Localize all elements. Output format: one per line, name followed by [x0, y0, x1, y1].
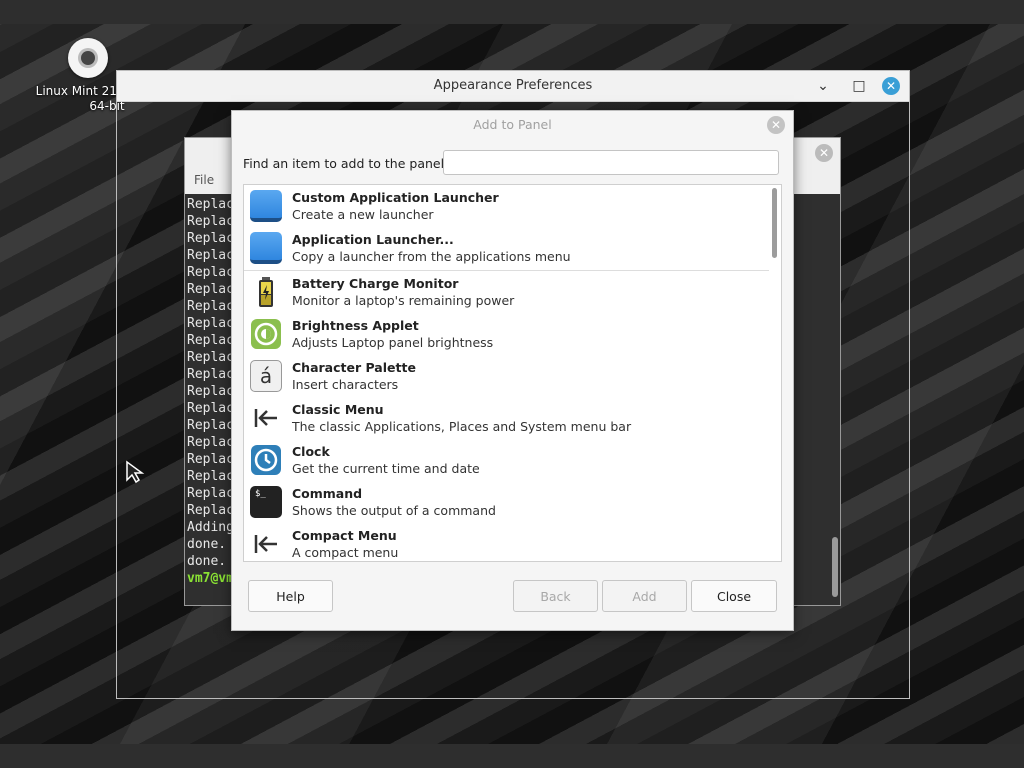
item-desc: Create a new launcher	[292, 207, 434, 222]
terminal-line: Replac	[187, 282, 234, 297]
list-item-classic-menu[interactable]: Classic Menu The classic Applications, P…	[244, 397, 769, 439]
item-name: Classic Menu	[292, 402, 384, 417]
battery-icon	[259, 277, 273, 307]
list-item-application-launcher[interactable]: Application Launcher... Copy a launcher …	[244, 227, 769, 269]
terminal-line: Replac	[187, 418, 234, 433]
list-item-command[interactable]: $_ Command Shows the output of a command	[244, 481, 769, 523]
menu-file[interactable]: File	[194, 173, 214, 187]
window-titlebar[interactable]: Appearance Preferences ⌄ □ ✕	[117, 71, 909, 102]
clock-icon	[251, 445, 281, 475]
top-bar	[0, 0, 1024, 24]
list-item-character-palette[interactable]: á Character Palette Insert characters	[244, 355, 769, 397]
terminal-line: Replac	[187, 265, 234, 280]
close-button[interactable]: Close	[691, 580, 777, 612]
back-button[interactable]: Back	[513, 580, 598, 612]
list-scrollbar[interactable]	[772, 188, 777, 258]
item-name: Brightness Applet	[292, 318, 419, 333]
item-desc: The classic Applications, Places and Sys…	[292, 419, 632, 434]
item-name: Application Launcher...	[292, 232, 454, 247]
list-item-battery[interactable]: Battery Charge Monitor Monitor a laptop'…	[244, 271, 769, 313]
find-label: Find an item to add to the panel:	[243, 156, 449, 171]
scrollbar-thumb[interactable]	[832, 537, 838, 597]
terminal-line: Adding	[187, 520, 234, 535]
item-desc: Get the current time and date	[292, 461, 480, 476]
terminal-line: Replac	[187, 401, 234, 416]
terminal-line: Replac	[187, 231, 234, 246]
terminal-line: Replac	[187, 350, 234, 365]
find-input[interactable]	[443, 150, 779, 175]
terminal-line: Replac	[187, 452, 234, 467]
disc-icon	[68, 38, 108, 78]
terminal-line: done.	[187, 554, 227, 569]
close-icon[interactable]: ✕	[882, 77, 900, 95]
add-to-panel-dialog: Add to Panel ✕ Find an item to add to th…	[231, 110, 794, 631]
terminal-line: Replac	[187, 367, 234, 382]
terminal-line: Replac	[187, 435, 234, 450]
terminal-line: Replac	[187, 197, 234, 212]
terminal-output: Replac Replac Replac Replac Replac Replac Repl…	[187, 196, 234, 587]
terminal-line: Replac	[187, 486, 234, 501]
item-name: Command	[292, 486, 363, 501]
item-desc: A compact menu	[292, 545, 399, 560]
mouse-pointer-icon	[126, 460, 145, 484]
item-name: Battery Charge Monitor	[292, 276, 459, 291]
item-name: Custom Application Launcher	[292, 190, 499, 205]
launcher-icon	[250, 190, 282, 222]
add-button[interactable]: Add	[602, 580, 687, 612]
terminal-line: Replac	[187, 214, 234, 229]
terminal-line: Replac	[187, 469, 234, 484]
list-item-clock[interactable]: Clock Get the current time and date	[244, 439, 769, 481]
menu-arrow-icon	[254, 535, 277, 553]
item-desc: Monitor a laptop's remaining power	[292, 293, 515, 308]
terminal-line: Replac	[187, 299, 234, 314]
terminal-icon: $_	[250, 486, 282, 518]
launcher-icon	[250, 232, 282, 264]
window-title: Appearance Preferences	[433, 78, 593, 93]
item-desc: Adjusts Laptop panel brightness	[292, 335, 494, 350]
item-name: Compact Menu	[292, 528, 397, 543]
close-icon[interactable]: ✕	[815, 144, 833, 162]
dialog-title: Add to Panel	[473, 117, 552, 132]
close-icon[interactable]: ✕	[767, 116, 785, 134]
terminal-scrollbar[interactable]	[832, 196, 838, 601]
list-item-compact-menu[interactable]: Compact Menu A compact menu	[244, 523, 769, 561]
terminal-line: Replac	[187, 333, 234, 348]
maximize-icon[interactable]: □	[850, 77, 868, 95]
item-desc: Copy a launcher from the applications me…	[292, 249, 571, 264]
help-button[interactable]: Help	[248, 580, 333, 612]
item-desc: Shows the output of a command	[292, 503, 496, 518]
bottom-bar	[0, 744, 1024, 768]
menu-arrow-icon	[254, 409, 277, 427]
desktop: Linux Mint 21.1 64-bit Appearance Prefer…	[0, 0, 1024, 768]
item-list: Custom Application Launcher Create a new…	[243, 184, 782, 562]
list-item-custom-launcher[interactable]: Custom Application Launcher Create a new…	[244, 185, 769, 227]
character-palette-icon: á	[250, 360, 282, 392]
terminal-line: Replac	[187, 316, 234, 331]
item-name: Clock	[292, 444, 330, 459]
minimize-icon[interactable]: ⌄	[814, 77, 832, 95]
terminal-glyph: $_	[255, 489, 266, 499]
item-name: Character Palette	[292, 360, 416, 375]
terminal-line: Replac	[187, 248, 234, 263]
terminal-line: Replac	[187, 503, 234, 518]
item-desc: Insert characters	[292, 377, 399, 392]
terminal-line: Replac	[187, 384, 234, 399]
brightness-icon	[251, 319, 281, 349]
list-item-brightness[interactable]: Brightness Applet Adjusts Laptop panel b…	[244, 313, 769, 355]
terminal-prompt: vm7@vm	[187, 571, 234, 586]
terminal-line: done.	[187, 537, 227, 552]
